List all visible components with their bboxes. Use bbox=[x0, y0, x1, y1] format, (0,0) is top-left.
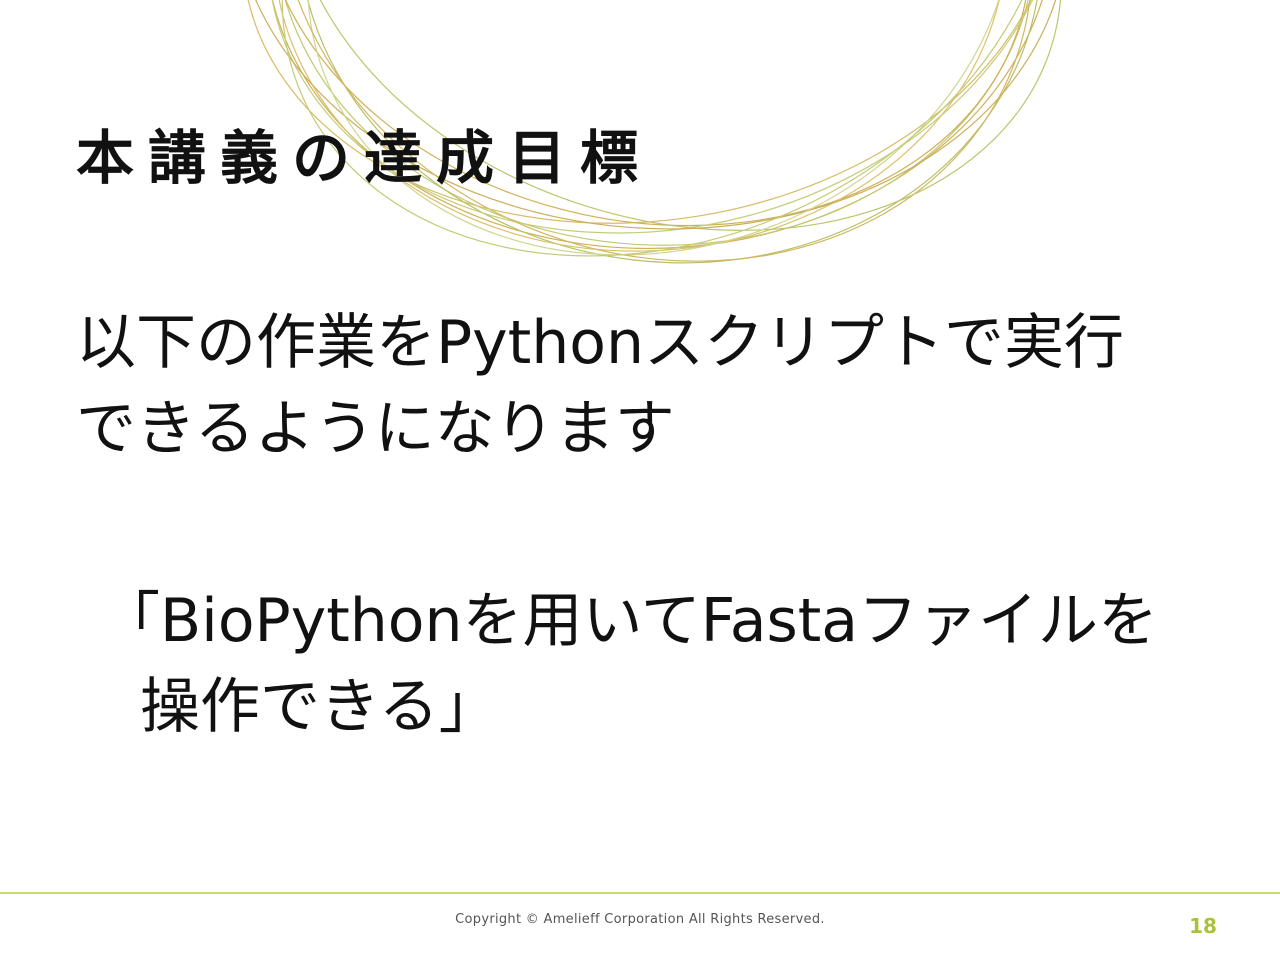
body-line-1: 以下の作業をPythonスクリプトで実行 bbox=[76, 308, 1124, 378]
slide-title: 本講義の達成目標 bbox=[76, 124, 653, 192]
copyright-notice: Copyright © Amelieff Corporation All Rig… bbox=[455, 912, 825, 927]
goal-line-2: 操作できる」 bbox=[140, 672, 499, 742]
slide: 本講義の達成目標 以下の作業をPythonスクリプトで実行 できるようになります… bbox=[0, 0, 1280, 960]
page-number: 18 bbox=[1189, 914, 1217, 938]
goal-line-1: 「BioPythonを用いてFastaファイルを bbox=[100, 586, 1159, 656]
body-line-2: できるようになります bbox=[76, 394, 675, 464]
footer-divider bbox=[0, 892, 1280, 894]
body-text: 以下の作業をPythonスクリプトで実行 できるようになります bbox=[76, 300, 1124, 472]
goal-statement: 「BioPythonを用いてFastaファイルを 操作できる」 bbox=[100, 578, 1158, 750]
